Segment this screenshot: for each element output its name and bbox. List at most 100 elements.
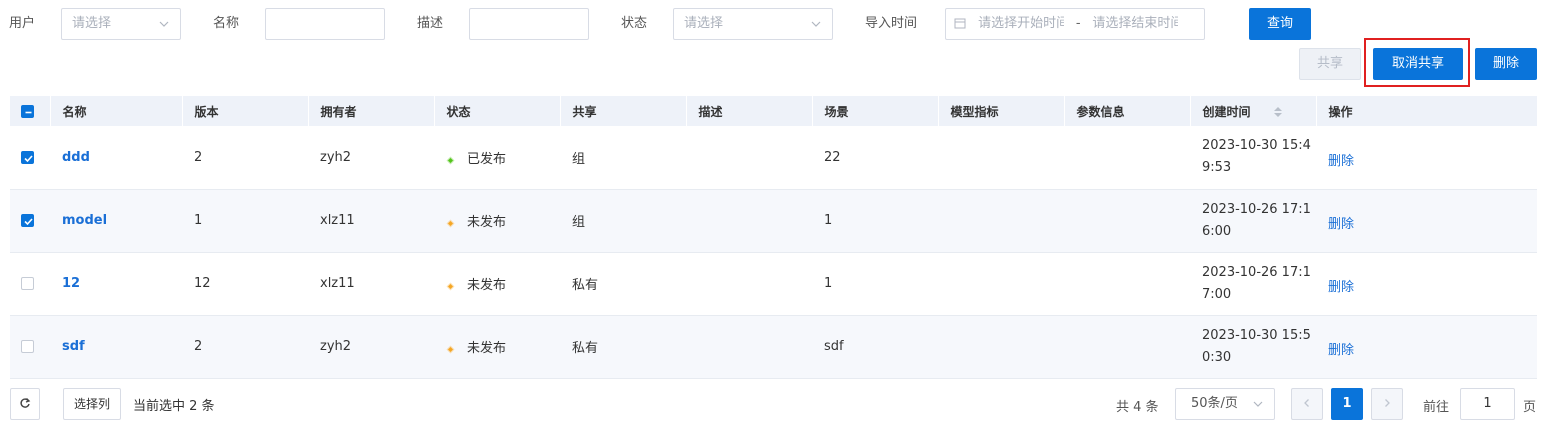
col-params: 参数信息 [1064, 96, 1191, 126]
status-text: 已发布 [467, 151, 507, 167]
cell-scene: sdf [812, 315, 938, 379]
col-scene: 场景 [812, 96, 939, 126]
status-text: 未发布 [467, 215, 507, 230]
cell-created: 2023-10-26 17:1 7:00 [1190, 252, 1316, 316]
col-version: 版本 [182, 96, 309, 126]
model-name-link[interactable]: model [62, 213, 107, 228]
row-delete-link[interactable]: 删除 [1328, 343, 1354, 358]
calendar-icon [954, 18, 966, 28]
row-checkbox[interactable] [21, 214, 34, 227]
status-text: 未发布 [467, 278, 507, 293]
page-1-button[interactable]: 1 [1331, 388, 1363, 420]
sort-icon[interactable] [1273, 105, 1283, 119]
cell-status: 未发布 [434, 315, 560, 379]
cell-name: 12 [50, 252, 182, 316]
status-dot-icon [446, 280, 455, 291]
import-time-range[interactable]: 请选择开始时间 - 请选择结束时间 [945, 8, 1205, 40]
row-select-cell[interactable] [10, 315, 50, 379]
cell-metric [938, 189, 1064, 253]
cell-metric [938, 315, 1064, 379]
cell-share: 私有 [560, 252, 686, 316]
cell-params [1064, 315, 1190, 379]
cell-status: 未发布 [434, 252, 560, 316]
status-dot-icon [446, 343, 455, 354]
cell-owner: xlz11 [308, 252, 434, 316]
table-row[interactable]: 12 12 xlz11 未发布 私有 1 2023-10-26 17:1 7:00 删除 [10, 252, 1537, 316]
refresh-button[interactable] [10, 388, 40, 420]
select-all-checkbox[interactable] [21, 105, 34, 118]
table-row[interactable]: ddd 2 zyh2 已发布 组 22 2023-10-30 15:4 9:53 删除 [10, 126, 1537, 190]
row-checkbox[interactable] [21, 340, 34, 353]
cell-params [1064, 189, 1190, 253]
desc-input[interactable] [469, 8, 589, 40]
name-filter-label: 名称 [213, 16, 240, 31]
import-time-label: 导入时间 [865, 16, 918, 31]
chevron-down-icon [159, 21, 169, 27]
cell-status: 未发布 [434, 189, 560, 253]
row-checkbox[interactable] [21, 150, 34, 164]
cell-action: 删除 [1316, 189, 1537, 253]
model-name-link[interactable]: sdf [62, 339, 85, 354]
select-columns-button[interactable]: 选择列 [63, 388, 121, 420]
col-created[interactable]: 创建时间 [1190, 96, 1317, 126]
user-select[interactable]: 请选择 [61, 8, 181, 40]
cell-owner: zyh2 [308, 315, 434, 379]
goto-label: 前往 [1423, 400, 1450, 415]
status-dot-icon [446, 154, 455, 165]
model-name-link[interactable]: 12 [62, 276, 80, 291]
page-size-select[interactable]: 50条/页 [1175, 388, 1275, 420]
chevron-down-icon [1253, 401, 1263, 407]
table-row[interactable]: model 1 xlz11 未发布组 1 2023-10-26 17:1 6:00 删除 [10, 189, 1537, 253]
name-input[interactable] [265, 8, 385, 40]
cell-scene: 1 [812, 189, 938, 253]
share-button[interactable]: 共享 [1299, 48, 1361, 80]
cell-version: 1 [182, 189, 308, 253]
chevron-left-icon [1304, 398, 1309, 407]
cell-created: 2023-10-30 15:4 9:53 [1190, 126, 1316, 190]
cell-action: 删除 [1316, 126, 1537, 190]
delete-button[interactable]: 删除 [1475, 48, 1537, 80]
row-select-cell[interactable] [10, 126, 50, 190]
col-created-label: 创建时间 [1202, 104, 1251, 119]
table-header: 名称 版本 拥有者 状态 共享 描述 场景 模型指标 参数信息 创建时间 操作 [10, 96, 1538, 126]
model-name-link[interactable]: ddd [62, 150, 90, 165]
next-page-button[interactable] [1371, 388, 1403, 420]
cell-params [1064, 252, 1190, 316]
page-size-value: 50条/页 [1191, 396, 1238, 411]
row-select-cell[interactable] [10, 189, 50, 253]
status-select-placeholder: 请选择 [684, 16, 724, 31]
cell-share: 组 [560, 189, 686, 253]
cell-version: 2 [182, 315, 308, 379]
prev-page-button[interactable] [1291, 388, 1323, 420]
col-action: 操作 [1316, 96, 1538, 126]
start-time-input[interactable]: 请选择开始时间 [978, 9, 1064, 39]
user-filter-label: 用户 [9, 16, 36, 31]
col-metric: 模型指标 [938, 96, 1065, 126]
status-select[interactable]: 请选择 [673, 8, 833, 40]
goto-page-input[interactable]: 1 [1460, 388, 1515, 420]
col-owner: 拥有者 [308, 96, 435, 126]
row-delete-link[interactable]: 删除 [1328, 154, 1354, 169]
indeterminate-icon [25, 111, 32, 114]
col-name: 名称 [50, 96, 183, 126]
row-select-cell[interactable] [10, 252, 50, 316]
refresh-icon [20, 397, 31, 408]
row-delete-link[interactable]: 删除 [1328, 217, 1354, 232]
chevron-down-icon [811, 21, 821, 27]
end-time-input[interactable]: 请选择结束时间 [1092, 9, 1178, 39]
range-separator: - [1075, 16, 1081, 31]
cell-name: model [50, 189, 182, 253]
cell-desc [686, 315, 812, 379]
table-row[interactable]: sdf 2 zyh2 未发布 私有 sdf 2023-10-30 15:5 0:30 删除 [10, 315, 1537, 379]
total-count-text: 共 4 条 [1116, 400, 1159, 415]
status-dot-icon [446, 217, 455, 228]
cell-owner: zyh2 [308, 126, 434, 190]
page-unit-label: 页 [1523, 400, 1537, 415]
row-checkbox[interactable] [21, 277, 34, 290]
cell-created: 2023-10-30 15:5 0:30 [1190, 315, 1316, 379]
cell-status: 已发布 [434, 126, 560, 190]
select-all-cell[interactable] [10, 96, 51, 126]
row-delete-link[interactable]: 删除 [1328, 280, 1354, 295]
unshare-button[interactable]: 取消共享 [1373, 48, 1463, 80]
query-button[interactable]: 查询 [1249, 8, 1311, 40]
